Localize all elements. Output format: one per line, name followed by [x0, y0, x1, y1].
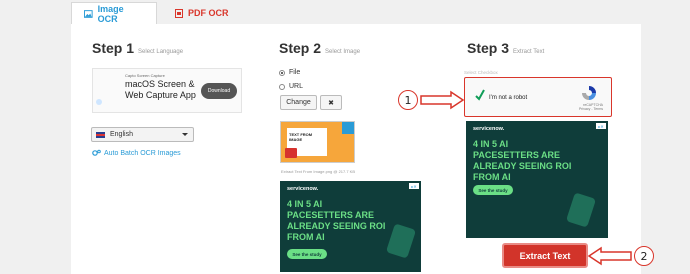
annotation-arrows — [420, 90, 632, 266]
callout-1: 1 — [398, 90, 418, 110]
callout-2: 2 — [634, 246, 654, 266]
